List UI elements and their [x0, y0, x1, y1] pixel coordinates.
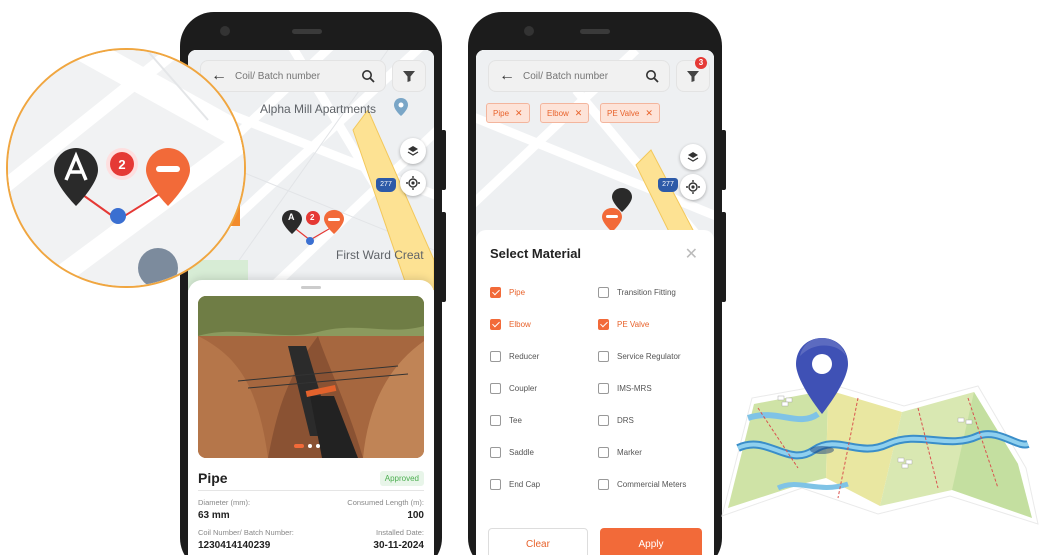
chip-label: Elbow [547, 108, 569, 118]
place-pin-icon [394, 98, 408, 121]
zoom-cluster-count: 2 [118, 157, 125, 172]
highway-shield-icon: 277 [376, 178, 396, 192]
search-icon[interactable] [645, 69, 659, 83]
back-arrow-icon[interactable]: ← [499, 68, 515, 84]
folded-map-illustration [721, 338, 1039, 525]
chip-close-icon[interactable]: ✕ [575, 108, 583, 119]
search-input[interactable] [235, 70, 355, 82]
layers-button[interactable] [400, 138, 426, 164]
search-icon[interactable] [361, 69, 375, 83]
front-camera [524, 26, 534, 36]
checkbox-pe-valve[interactable]: PE Valve [598, 319, 649, 330]
search-input[interactable] [523, 70, 643, 82]
checkbox-marker[interactable]: Marker [598, 447, 642, 458]
carousel-dots[interactable] [294, 444, 320, 448]
filter-icon [403, 71, 415, 82]
speaker-grille [292, 29, 322, 34]
my-location-icon [686, 180, 700, 194]
my-location-button[interactable] [680, 174, 706, 200]
screen-filter: 277 ← 3 [476, 50, 714, 555]
chip-label: Pipe [493, 108, 510, 118]
checkbox-tee[interactable]: Tee [490, 415, 522, 426]
search-bar: ← [200, 60, 386, 92]
showcase-stage: Alpha Mill Apartments First Ward Creat 2… [0, 0, 1044, 555]
cluster-letter: A [288, 212, 295, 222]
coil-number-value: 1230414140239 [198, 540, 271, 551]
checkbox-reducer[interactable]: Reducer [490, 351, 539, 362]
search-bar: ← [488, 60, 670, 92]
checkbox-drs[interactable]: DRS [598, 415, 634, 426]
apply-button[interactable]: Apply [600, 528, 702, 555]
checkbox-elbow[interactable]: Elbow [490, 319, 531, 330]
status-badge: Approved [379, 471, 424, 486]
filter-count-badge: 3 [695, 57, 707, 69]
installed-date-value: 30-11-2024 [373, 540, 424, 551]
my-location-icon [406, 176, 420, 190]
filter-chip-elbow[interactable]: Elbow ✕ [540, 103, 590, 123]
phone-right: 277 ← 3 [468, 12, 726, 555]
checkbox-end-cap[interactable]: End Cap [490, 479, 540, 490]
cluster-count: 2 [310, 213, 315, 222]
select-material-dialog: Select Material ✕ Pipe Transition Fittin… [476, 230, 714, 555]
material-title: Pipe [198, 470, 228, 486]
checkbox-service-regulator[interactable]: Service Regulator [598, 351, 681, 362]
sheet-handle[interactable] [301, 286, 321, 289]
checkbox-transition-fitting[interactable]: Transition Fitting [598, 287, 676, 298]
chip-close-icon[interactable]: ✕ [645, 108, 653, 119]
diameter-value: 63 mm [198, 510, 230, 521]
filter-button[interactable] [392, 60, 426, 92]
installation-photo[interactable] [198, 296, 424, 458]
my-location-button[interactable] [400, 170, 426, 196]
clear-button[interactable]: Clear [488, 528, 588, 555]
front-camera [220, 26, 230, 36]
chip-label: PE Valve [607, 108, 640, 118]
back-arrow-icon[interactable]: ← [211, 68, 227, 84]
close-icon[interactable]: ✕ [685, 244, 698, 264]
checkbox-pipe[interactable]: Pipe [490, 287, 525, 298]
filter-icon [687, 71, 699, 82]
filter-chip-pe-valve[interactable]: PE Valve ✕ [600, 103, 660, 123]
layers-icon [407, 146, 419, 156]
installed-date-label: Installed Date: [376, 528, 424, 537]
diameter-label: Diameter (mm): [198, 498, 251, 507]
checkbox-coupler[interactable]: Coupler [490, 383, 537, 394]
highway-shield-icon: 277 [658, 178, 678, 192]
map-label-apartments: Alpha Mill Apartments [260, 102, 377, 116]
detail-sheet: Pipe Approved Diameter (mm): 63 mm Consu… [188, 280, 434, 555]
marker-cluster[interactable]: A 2 [282, 210, 352, 256]
zoom-magnifier: 2 [6, 48, 246, 288]
chip-close-icon[interactable]: ✕ [515, 108, 523, 119]
filter-button[interactable]: 3 [676, 57, 710, 92]
layers-icon [687, 152, 699, 162]
filter-chip-pipe[interactable]: Pipe ✕ [486, 103, 530, 123]
layers-button[interactable] [680, 144, 706, 170]
checkbox-ims-mrs[interactable]: IMS-MRS [598, 383, 652, 394]
coil-number-label: Coil Number/ Batch Number: [198, 528, 294, 537]
checkbox-commercial-meters[interactable]: Commercial Meters [598, 479, 686, 490]
speaker-grille [580, 29, 610, 34]
checkbox-saddle[interactable]: Saddle [490, 447, 534, 458]
divider [198, 490, 424, 491]
consumed-length-label: Consumed Length (m): [347, 498, 424, 507]
consumed-length-value: 100 [407, 510, 424, 521]
dialog-title: Select Material [490, 246, 582, 261]
